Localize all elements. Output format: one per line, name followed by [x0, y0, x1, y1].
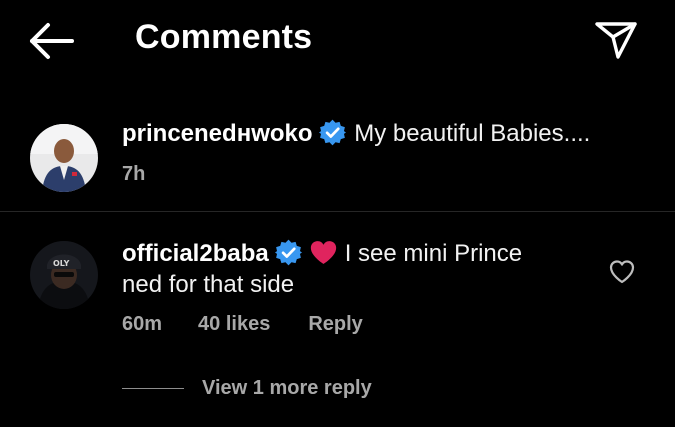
caption-text: princenedнwoko My beautiful Babies....: [122, 118, 642, 149]
svg-text:OLY: OLY: [53, 259, 70, 268]
avatar: [30, 124, 98, 192]
comment-timestamp: 60m: [122, 313, 163, 335]
like-comment-button[interactable]: [608, 258, 636, 286]
paper-plane-icon: [595, 22, 637, 59]
replies-divider-line: [122, 388, 184, 389]
red-heart-icon: [310, 240, 337, 265]
reply-button[interactable]: Reply: [308, 313, 362, 336]
divider: [0, 211, 675, 212]
comment-likes-link[interactable]: 40 likes: [198, 313, 270, 336]
page-title: Comments: [135, 18, 313, 56]
caption-timestamp: 7h: [122, 163, 146, 185]
caption-avatar[interactable]: [30, 124, 98, 192]
comment-text: official2baba I see mini Prince ned for t…: [122, 238, 592, 300]
verified-badge-icon: [274, 239, 302, 266]
caption-body: My beautiful Babies....: [354, 120, 591, 147]
heart-outline-icon: [609, 260, 635, 284]
view-replies-label: View 1 more reply: [202, 377, 372, 399]
comment-body-line2: ned for that side: [122, 271, 295, 298]
top-bar: Comments: [0, 0, 675, 80]
comment-meta: 60m 40 likes Reply: [122, 313, 363, 336]
caption-username[interactable]: princenedнwoko: [122, 120, 313, 147]
comment-avatar[interactable]: OLY: [30, 241, 98, 309]
back-button[interactable]: [28, 22, 76, 60]
avatar: OLY: [30, 241, 98, 309]
comment-username[interactable]: official2baba: [122, 240, 269, 267]
share-button[interactable]: [594, 20, 638, 60]
verified-badge-icon: [318, 119, 346, 146]
view-replies-button[interactable]: View 1 more reply: [122, 377, 372, 405]
arrow-left-icon: [30, 23, 74, 59]
comment-body-line1: I see mini Prince: [344, 240, 523, 267]
